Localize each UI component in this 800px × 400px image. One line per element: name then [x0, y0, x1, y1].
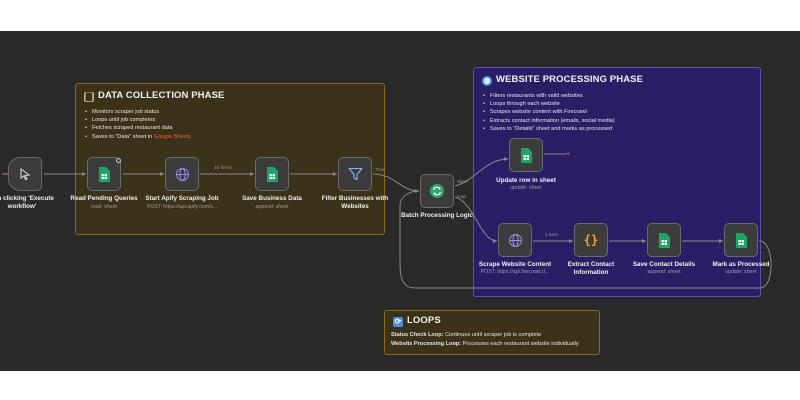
node-subtitle: POST: https://api.apify.com/v... — [146, 204, 218, 210]
node-scrape-website[interactable] — [498, 223, 532, 257]
node-batch-processing[interactable] — [420, 174, 454, 208]
google-sheets-icon — [267, 166, 278, 182]
node-label: Save Contact Details — [632, 261, 696, 268]
cursor-icon — [20, 168, 31, 181]
node-label: hen clicking 'Execute workflow' — [0, 195, 54, 210]
add-node-plus: + — [566, 151, 570, 158]
conn-label-items: 10 items — [214, 166, 233, 171]
conn-label-true: True — [375, 168, 385, 173]
node-label: Save Business Data — [242, 195, 302, 202]
node-label: Scrape Website Content — [478, 261, 552, 268]
arrow-head — [160, 172, 164, 176]
code-braces-icon: {} — [584, 233, 598, 247]
node-update-row[interactable] — [509, 138, 543, 172]
arrow-head — [415, 189, 419, 193]
node-label: Mark as Processed — [712, 261, 770, 268]
node-label: Start Apify Scraping Job — [145, 195, 219, 202]
google-sheets-icon — [521, 147, 532, 163]
arrow-head — [569, 239, 573, 243]
conn-label-loop: loop — [457, 195, 467, 200]
google-sheets-icon — [99, 166, 110, 182]
node-label: Extract Contact Information — [567, 261, 615, 276]
node-label: Filter Businesses with Websites — [321, 195, 389, 210]
workflow-canvas[interactable]: ▇DATA COLLECTION PHASE Monitors scraper … — [0, 31, 800, 371]
node-manual-trigger[interactable] — [8, 157, 42, 191]
wire-filter-batch — [372, 173, 420, 192]
node-label: Batch Processing Logic — [401, 212, 473, 219]
google-sheets-icon — [736, 232, 747, 248]
arrow-head — [250, 172, 254, 176]
arrow-head — [719, 239, 723, 243]
node-subtitle: append: sheet — [255, 204, 289, 210]
conn-label-done: done — [457, 180, 468, 185]
node-label: Read Pending Queries — [70, 195, 138, 202]
arrow-head — [333, 172, 337, 176]
arrow-head — [82, 172, 86, 176]
arrow-head — [504, 157, 508, 161]
globe-icon — [175, 167, 189, 181]
node-save-contact[interactable] — [647, 223, 681, 257]
svg-text:{}: {} — [584, 233, 598, 247]
status-ring-icon — [116, 158, 121, 163]
node-subtitle: update: sheet — [510, 185, 542, 191]
node-save-business-data[interactable] — [255, 157, 289, 191]
filter-icon — [347, 167, 363, 181]
node-subtitle: POST: https://api.firecrawl.d... — [480, 269, 550, 275]
node-label: Update row in sheet — [496, 177, 556, 184]
conn-label-one-item: 1 item — [545, 233, 559, 238]
node-mark-processed[interactable] — [724, 223, 758, 257]
node-extract-contact[interactable]: {} — [574, 223, 608, 257]
google-sheets-icon — [659, 232, 670, 248]
arrow-head — [642, 239, 646, 243]
node-subtitle: update: sheet — [725, 269, 757, 275]
node-start-apify-job[interactable] — [165, 157, 199, 191]
loop-icon — [430, 184, 444, 198]
arrow-head — [493, 239, 497, 243]
node-filter-businesses[interactable] — [338, 157, 372, 191]
globe-icon — [508, 233, 522, 247]
node-subtitle: read: sheet — [91, 204, 117, 210]
